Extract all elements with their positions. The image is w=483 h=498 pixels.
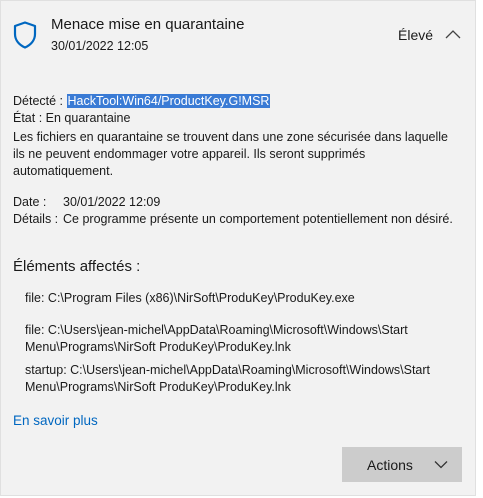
shield-icon: [13, 21, 37, 49]
quarantine-description: Les fichiers en quarantaine se trouvent …: [13, 130, 449, 178]
status-value: En quarantaine: [45, 111, 131, 125]
detected-label: Détecté :: [13, 94, 64, 108]
affected-item: startup: C:\Users\jean-michel\AppData\Ro…: [25, 363, 431, 394]
notification-title: Menace mise en quarantaine: [51, 16, 245, 33]
notification-date: 30/01/2022 12:05: [51, 39, 149, 53]
actions-label: Actions: [367, 456, 413, 473]
date-label: Date :: [13, 195, 47, 209]
status-label: État :: [13, 111, 43, 125]
affected-items-heading: Éléments affectés :: [13, 258, 141, 275]
learn-more-link[interactable]: En savoir plus: [13, 413, 98, 428]
affected-item: file: C:\Users\jean-michel\AppData\Roami…: [25, 323, 408, 354]
details-value: Ce programme présente un comportement po…: [63, 212, 453, 226]
details-label: Détails :: [13, 212, 59, 226]
detected-row: Détecté : HackTool:Win64/ProductKey.G!MS…: [13, 93, 463, 110]
chevron-down-icon: [434, 461, 448, 469]
threat-name[interactable]: HackTool:Win64/ProductKey.G!MSR: [66, 94, 271, 108]
threat-details: Détecté : HackTool:Win64/ProductKey.G!MS…: [13, 93, 463, 228]
date-value: 30/01/2022 12:09: [63, 195, 161, 209]
date-row: Date : 30/01/2022 12:09: [13, 194, 463, 211]
details-row: Détails : Ce programme présente un compo…: [13, 211, 463, 228]
chevron-up-icon[interactable]: [444, 28, 462, 40]
actions-button[interactable]: Actions: [342, 447, 462, 482]
status-row: État : En quarantaine: [13, 110, 463, 127]
affected-item: file: C:\Program Files (x86)\NirSoft\Pro…: [25, 291, 355, 305]
threat-notification-card: Menace mise en quarantaine 30/01/2022 12…: [0, 0, 476, 496]
severity-label: Élevé: [398, 27, 434, 43]
